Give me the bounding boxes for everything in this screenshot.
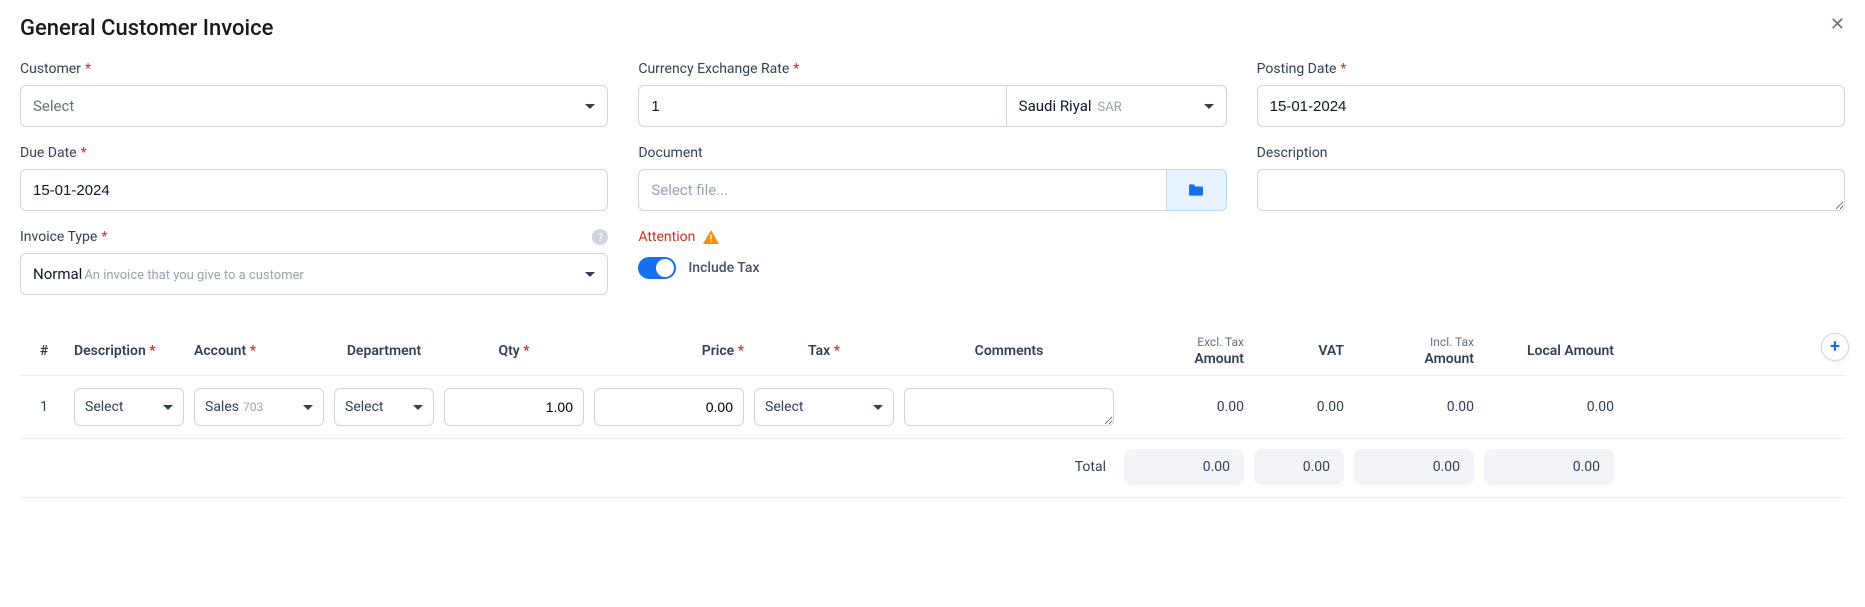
- document-file-input[interactable]: Select file...: [638, 169, 1166, 211]
- row-vat: 0.00: [1254, 399, 1344, 415]
- chevron-down-icon: [1204, 104, 1214, 109]
- chevron-down-icon: [585, 272, 595, 277]
- description-input[interactable]: [1257, 169, 1845, 211]
- chevron-down-icon: [163, 405, 173, 410]
- warning-icon: [703, 230, 719, 244]
- row-incl-amount: 0.00: [1354, 399, 1474, 415]
- due-date-label: Due Date*: [20, 145, 608, 161]
- chevron-down-icon: [585, 104, 595, 109]
- row-description-select[interactable]: Select: [74, 388, 184, 426]
- customer-select[interactable]: Select: [20, 85, 608, 127]
- chevron-down-icon: [413, 405, 423, 410]
- table-row: 1 Select Sales703 Select Select 0.00 0.0…: [20, 376, 1845, 439]
- customer-label: Customer*: [20, 61, 608, 77]
- row-local-amount: 0.00: [1484, 399, 1614, 415]
- description-label: Description: [1257, 145, 1845, 161]
- table-header: # Description * Account * Department Qty…: [20, 327, 1845, 376]
- invoice-type-label: Invoice Type* ?: [20, 229, 608, 245]
- total-vat: 0.00: [1254, 449, 1344, 485]
- row-price-input[interactable]: [594, 388, 744, 426]
- folder-icon: [1187, 183, 1205, 197]
- document-label: Document: [638, 145, 1226, 161]
- page-title: General Customer Invoice: [20, 16, 273, 41]
- row-excl-amount: 0.00: [1124, 399, 1244, 415]
- total-incl-amount: 0.00: [1354, 449, 1474, 485]
- due-date-input[interactable]: [20, 169, 608, 211]
- chevron-down-icon: [873, 405, 883, 410]
- row-comments-input[interactable]: [904, 388, 1114, 426]
- add-row-button[interactable]: +: [1821, 333, 1849, 361]
- total-local-amount: 0.00: [1484, 449, 1614, 485]
- total-excl-amount: 0.00: [1124, 449, 1244, 485]
- currency-rate-label: Currency Exchange Rate*: [638, 61, 1226, 77]
- invoice-type-select[interactable]: NormalAn invoice that you give to a cust…: [20, 253, 608, 295]
- chevron-down-icon: [303, 405, 313, 410]
- row-account-select[interactable]: Sales703: [194, 388, 324, 426]
- row-department-select[interactable]: Select: [334, 388, 434, 426]
- row-qty-input[interactable]: [444, 388, 584, 426]
- include-tax-label: Include Tax: [688, 260, 759, 276]
- include-tax-toggle[interactable]: [638, 257, 676, 279]
- exchange-rate-input[interactable]: [638, 85, 1006, 127]
- row-tax-select[interactable]: Select: [754, 388, 894, 426]
- posting-date-label: Posting Date*: [1257, 61, 1845, 77]
- help-icon[interactable]: ?: [592, 229, 608, 245]
- plus-icon: +: [1830, 338, 1840, 356]
- browse-file-button[interactable]: [1167, 169, 1227, 211]
- close-icon[interactable]: ✕: [1830, 16, 1845, 34]
- currency-select[interactable]: Saudi RiyalSAR: [1007, 85, 1227, 127]
- attention-label: Attention: [638, 229, 695, 245]
- posting-date-input[interactable]: [1257, 85, 1845, 127]
- row-number: 1: [24, 399, 64, 415]
- total-label: Total: [904, 459, 1114, 475]
